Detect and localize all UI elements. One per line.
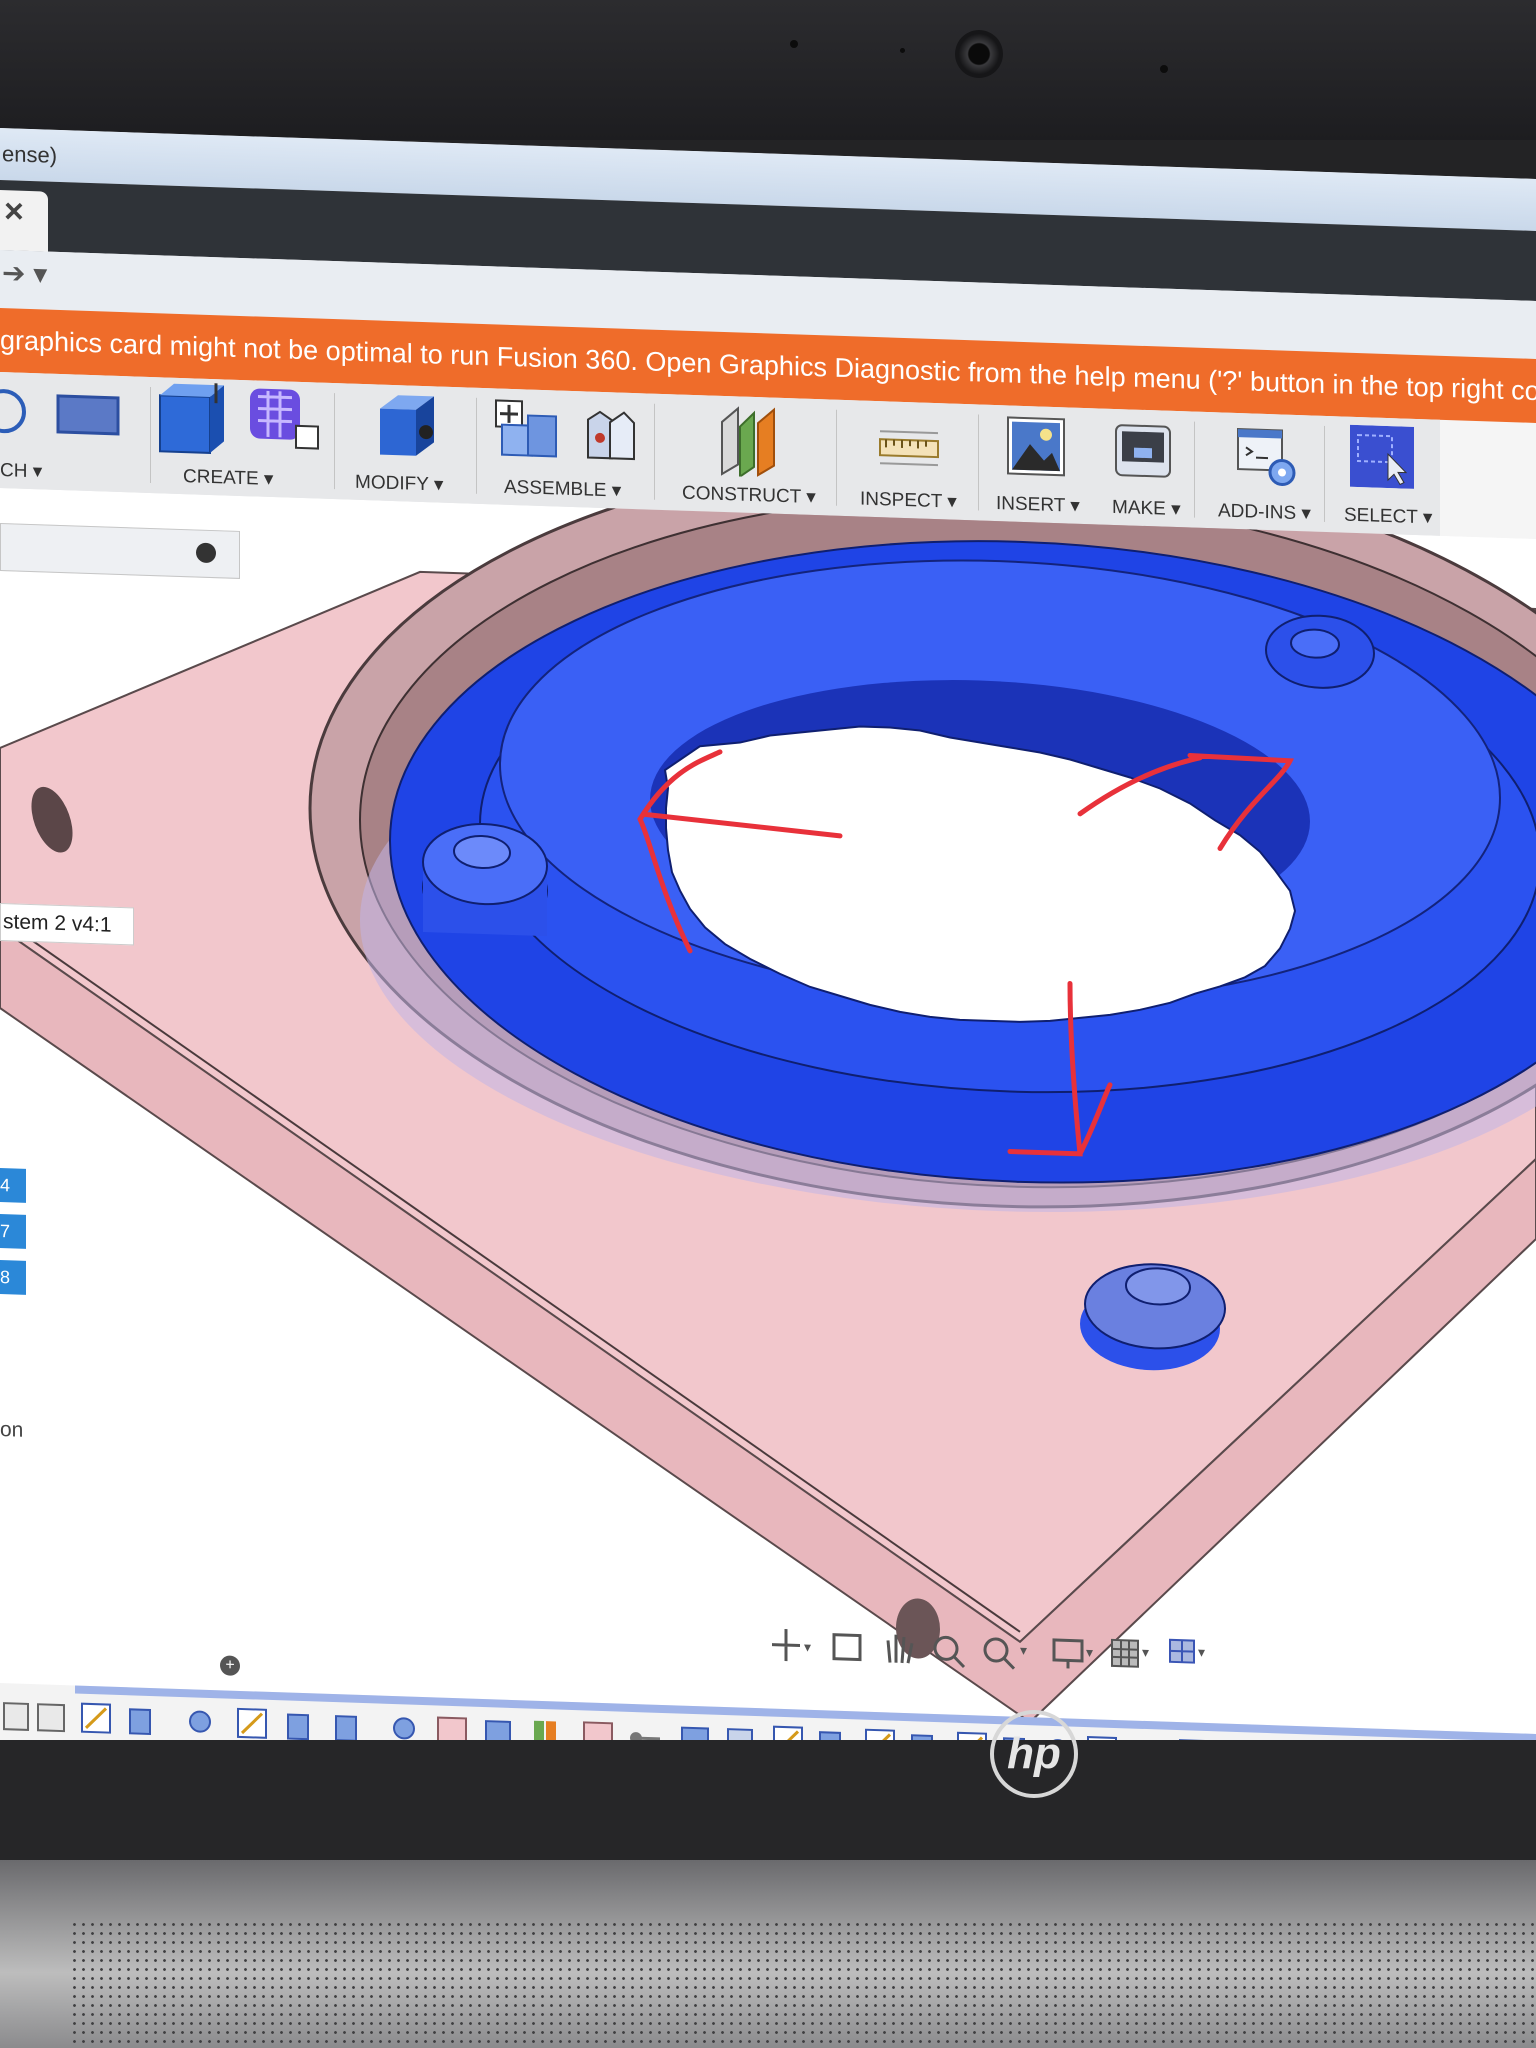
toolbar-label-insert: INSERT ▾ xyxy=(996,493,1080,517)
3d-print-icon xyxy=(1115,424,1171,478)
laptop-bezel-bottom xyxy=(0,1740,1536,1860)
browser-badge-text: 4 xyxy=(0,1175,11,1196)
browser-search-field[interactable] xyxy=(0,523,240,579)
toolbar-label-create: CREATE ▾ xyxy=(183,466,274,491)
press-pull-icon xyxy=(380,395,434,456)
toolbar-divider xyxy=(476,397,477,494)
hp-logo: hp xyxy=(990,1710,1078,1798)
component-label-text: stem 2 v4:1 xyxy=(3,910,112,937)
bezel-sensor-dot xyxy=(900,48,905,53)
laptop-bezel-top xyxy=(0,0,1536,140)
svg-text:▾: ▾ xyxy=(1086,1644,1093,1660)
browser-badge-text: 8 xyxy=(0,1267,11,1288)
insert-image-icon xyxy=(1007,416,1065,477)
look-at-icon[interactable] xyxy=(832,1633,862,1662)
sketch-icon xyxy=(0,389,120,436)
zoom-icon[interactable] xyxy=(933,1635,966,1669)
browser-item-fragment: on xyxy=(0,1418,24,1442)
svg-text:▾: ▾ xyxy=(804,1639,811,1655)
toolbar-divider xyxy=(1194,421,1195,518)
toolbar-label-inspect: INSPECT ▾ xyxy=(860,488,957,513)
toolbar-divider xyxy=(150,386,151,484)
toolbar-group-add-ins[interactable]: ADD-INS ▾ xyxy=(1200,412,1320,534)
webcam-icon xyxy=(955,30,1003,78)
planet-pin-cap xyxy=(1290,628,1340,659)
bezel-sensor-dot xyxy=(790,40,798,48)
toolbar-group-create[interactable]: CREATE ▾ xyxy=(158,377,328,501)
svg-text:▾: ▾ xyxy=(1198,1644,1205,1660)
svg-text:▾: ▾ xyxy=(1020,1642,1027,1658)
browser-collapse-icon[interactable] xyxy=(196,542,216,564)
timeline-extrude-icon xyxy=(335,1715,357,1742)
toolbar-divider xyxy=(334,393,335,490)
browser-badge[interactable]: 7 xyxy=(0,1214,26,1249)
toolbar-label-make: MAKE ▾ xyxy=(1112,496,1181,521)
timeline-add-icon[interactable]: + xyxy=(220,1655,240,1676)
toolbar-label-sketch: CH ▾ xyxy=(0,460,43,483)
toolbar-group-sketch[interactable]: CH ▾ xyxy=(0,372,130,494)
offset-plane-icon xyxy=(721,406,775,479)
window-title: ense) xyxy=(2,141,58,168)
timeline-sketch-icon xyxy=(237,1707,267,1739)
bezel-sensor-dot xyxy=(1160,65,1168,73)
toolbar-label-select: SELECT ▾ xyxy=(1344,504,1433,529)
timeline-sketch-icon xyxy=(37,1703,65,1733)
browser-badge[interactable]: 4 xyxy=(0,1168,26,1203)
timeline-pattern-icon xyxy=(393,1717,415,1740)
planet-pin-cap xyxy=(453,834,511,870)
grid-settings-icon[interactable]: ▾ xyxy=(1111,1638,1149,1668)
zoom-window-icon[interactable]: ▾ xyxy=(983,1637,1027,1670)
speaker-grille xyxy=(70,1920,1536,2048)
viewports-icon[interactable]: ▾ xyxy=(1169,1638,1205,1664)
orbit-icon[interactable]: ▾ xyxy=(772,1629,811,1662)
new-component-icon xyxy=(495,399,635,461)
toolbar-group-make[interactable]: MAKE ▾ xyxy=(1090,408,1190,529)
scripts-addins-icon xyxy=(1237,428,1296,487)
timeline-extrude-icon xyxy=(287,1713,309,1741)
toolbar-divider xyxy=(654,403,655,500)
timeline-sketch-icon xyxy=(3,1702,29,1731)
toolbar-label-modify: MODIFY ▾ xyxy=(355,471,444,496)
toolbar-group-construct[interactable]: CONSTRUCT ▾ xyxy=(660,394,830,518)
close-tab-icon[interactable]: × xyxy=(4,192,24,232)
browser-badge-text: 7 xyxy=(0,1221,11,1242)
extrude-icon xyxy=(159,383,319,454)
display-settings-icon[interactable]: ▾ xyxy=(1052,1638,1093,1669)
pan-icon[interactable] xyxy=(886,1634,914,1664)
timeline-pattern-icon xyxy=(189,1710,211,1733)
toolbar-label-add-ins: ADD-INS ▾ xyxy=(1218,500,1311,525)
toolbar-divider xyxy=(978,414,979,511)
toolbar-group-inspect[interactable]: INSPECT ▾ xyxy=(842,400,972,522)
select-cursor-icon xyxy=(1350,424,1414,489)
toolbar-divider xyxy=(836,409,837,506)
component-label[interactable]: stem 2 v4:1 xyxy=(0,903,134,946)
undo-redo-icon[interactable]: ➔ ▾ xyxy=(2,256,47,291)
toolbar-group-insert[interactable]: INSERT ▾ xyxy=(984,405,1084,526)
toolbar-label-construct: CONSTRUCT ▾ xyxy=(682,482,816,509)
hp-logo-text: hp xyxy=(1007,1729,1061,1778)
svg-text:▾: ▾ xyxy=(1142,1644,1149,1660)
3d-viewport[interactable] xyxy=(0,488,1536,1739)
toolbar-divider xyxy=(1324,425,1325,522)
timeline-sketch-icon xyxy=(81,1702,111,1734)
timeline-extrude-icon xyxy=(129,1708,151,1736)
browser-badge[interactable]: 8 xyxy=(0,1260,26,1295)
toolbar-group-select[interactable]: SELECT ▾ xyxy=(1330,416,1440,538)
laptop-screen: ense) × ➔ ▾ graphics card might not be o… xyxy=(0,128,1536,1791)
toolbar-group-assemble[interactable]: ASSEMBLE ▾ xyxy=(482,388,650,512)
measure-icon xyxy=(879,430,939,467)
toolbar-group-modify[interactable]: MODIFY ▾ xyxy=(340,383,470,505)
toolbar-label-assemble: ASSEMBLE ▾ xyxy=(504,476,622,502)
